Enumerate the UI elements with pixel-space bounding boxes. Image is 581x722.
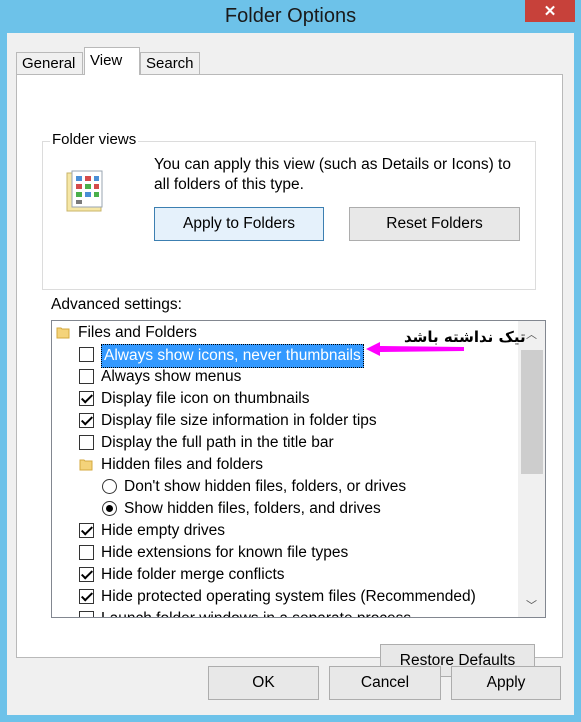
option-label: Files and Folders [78,324,197,341]
dialog-body: General View Search Folder views You can… [7,33,574,715]
option-label: Hide folder merge conflicts [101,566,285,583]
apply-button[interactable]: Apply [451,666,561,700]
close-button[interactable]: ✕ [525,0,575,22]
option-label: Hide empty drives [101,522,226,539]
advanced-settings-list[interactable]: Files and Folders Always show icons, neve… [51,320,546,618]
cancel-button[interactable]: Cancel [329,666,441,700]
option-label: Display file size information in folder … [101,412,377,429]
apply-to-folders-button[interactable]: Apply to Folders [154,207,324,241]
scroll-up-icon[interactable]: ︿ [526,326,537,342]
close-icon: ✕ [543,3,557,20]
checkbox[interactable] [79,347,94,362]
option-label: Hide extensions for known file types [101,544,349,561]
option-label: Show hidden files, folders, and drives [124,500,381,517]
radio-button[interactable] [102,501,117,516]
advanced-settings-label: Advanced settings: [51,296,182,313]
checkbox[interactable] [79,611,94,617]
view-tab-panel: Folder views You can apply this view (su… [16,74,563,677]
option-label: Launch folder windows in a separate proc… [101,608,411,617]
checkbox[interactable] [79,413,94,428]
folder-views-group: Folder views You can apply this view (su… [42,131,536,290]
checkbox[interactable] [79,369,94,384]
checkbox[interactable] [79,545,94,560]
folder-options-window: Folder Options ✕ General View Search Fol… [0,0,581,722]
option-label: Hidden files and folders [101,456,263,473]
checkbox[interactable] [79,391,94,406]
checkbox[interactable] [79,567,94,582]
advanced-settings-items: Files and Folders Always show icons, neve… [52,321,518,617]
reset-folders-button[interactable]: Reset Folders [349,207,520,241]
tab-general[interactable]: General [16,52,83,74]
folder-icon [56,327,70,339]
option-label: Always show menus [101,368,242,385]
option-label: Always show icons, never thumbnails [101,344,364,368]
annotation-text: تیک نداشته باشد [404,328,526,346]
checkbox[interactable] [79,435,94,450]
ok-button[interactable]: OK [208,666,319,700]
checkbox[interactable] [79,589,94,604]
radio-button[interactable] [102,479,117,494]
folder-views-description: You can apply this view (such as Details… [154,156,511,193]
folder-views-icon [66,170,103,212]
scrollbar-thumb[interactable] [521,350,543,474]
option-label: Display file icon on thumbnails [101,390,310,407]
option-label: Don't show hidden files, folders, or dri… [124,478,407,495]
scroll-down-icon[interactable]: ﹀ [526,597,537,613]
option-label: Hide protected operating system files (R… [101,588,476,605]
folder-icon [79,459,93,471]
vertical-scrollbar[interactable]: ︿ ﹀ [518,321,545,617]
checkbox[interactable] [79,523,94,538]
tab-search[interactable]: Search [140,52,200,74]
window-title: Folder Options [224,5,357,27]
title-bar[interactable]: Folder Options ✕ [0,0,581,33]
option-label: Display the full path in the title bar [101,434,334,451]
tab-view[interactable]: View [84,47,140,75]
folder-views-legend: Folder views [50,131,139,148]
